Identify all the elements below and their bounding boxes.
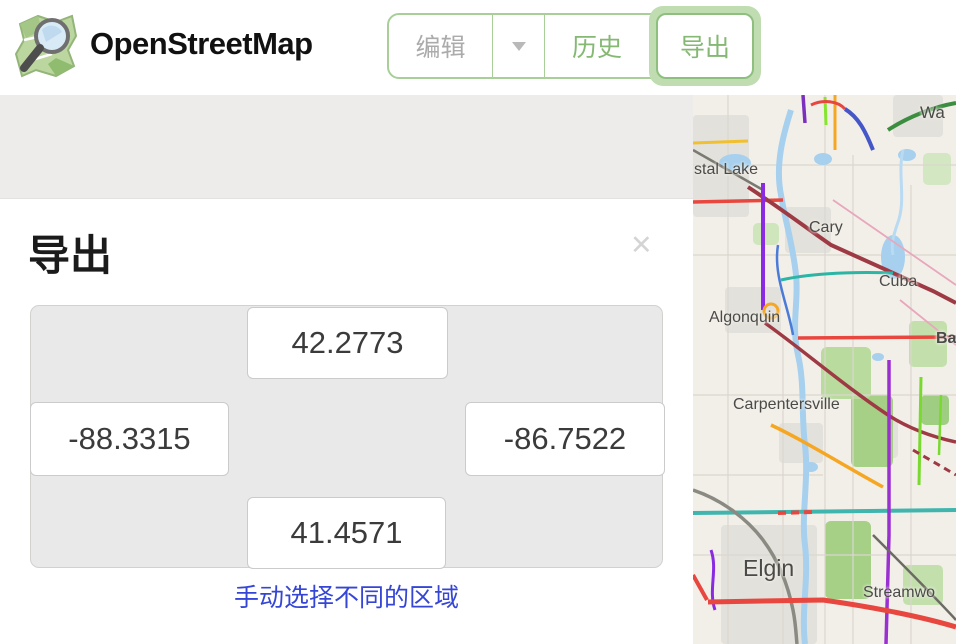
search-bar: 这是哪里? 提交	[0, 95, 693, 278]
export-active-ring: 导出	[649, 6, 761, 86]
nav-button-group: 编辑 历史 导出	[387, 6, 761, 86]
export-panel-title: 导出	[28, 232, 113, 279]
osm-export-page: OpenStreetMap 编辑 历史 导出 这是哪里? 提交 导出 ✕	[0, 0, 956, 644]
export-panel: 导出 ✕ 手动选择不同的区域	[0, 200, 693, 644]
bbox-west-input[interactable]	[30, 402, 229, 476]
export-button[interactable]: 导出	[656, 13, 754, 79]
close-icon[interactable]: ✕	[630, 232, 653, 259]
bbox-south-input[interactable]	[247, 497, 446, 569]
osm-logo-icon[interactable]	[12, 10, 80, 82]
header: OpenStreetMap 编辑 历史 导出	[0, 0, 956, 95]
chevron-down-icon	[511, 41, 526, 51]
manual-select-area-link[interactable]: 手动选择不同的区域	[0, 578, 693, 614]
history-button[interactable]: 历史	[545, 15, 649, 77]
bbox-east-input[interactable]	[465, 402, 665, 476]
edit-button[interactable]: 编辑	[389, 15, 493, 77]
map-canvas[interactable]: Wa stal Lake Cary Cuba Algonquin Ba Carp…	[693, 95, 956, 644]
map-tiles	[693, 95, 956, 644]
bounding-box-widget	[30, 305, 665, 569]
bbox-north-input[interactable]	[247, 307, 448, 379]
brand-title[interactable]: OpenStreetMap	[90, 26, 313, 62]
edit-dropdown-button[interactable]	[493, 15, 545, 77]
